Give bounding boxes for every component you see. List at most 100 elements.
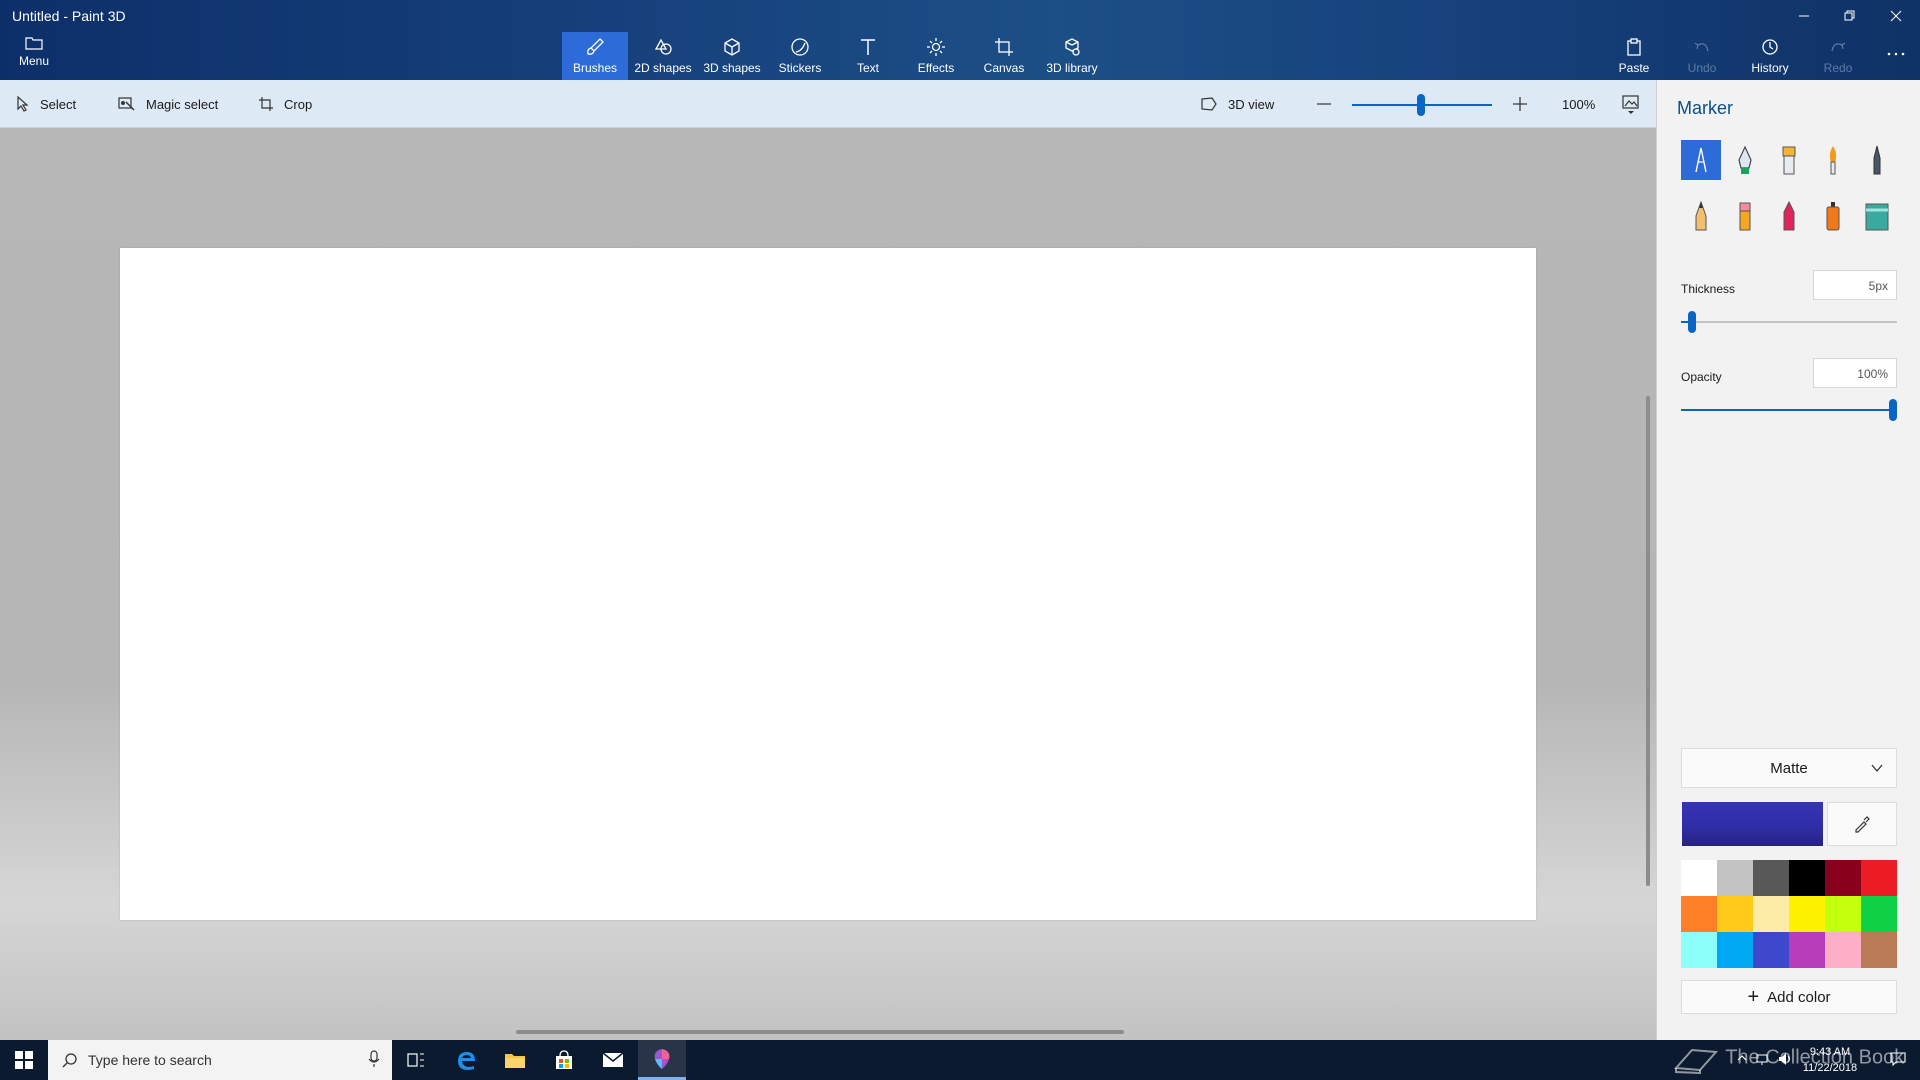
more-options-button[interactable] (1872, 32, 1920, 80)
crop-label: Crop (284, 96, 313, 112)
color-swatch-sky-blue[interactable] (1717, 932, 1753, 968)
select-tool[interactable]: Select (16, 92, 76, 116)
spray-can-brush[interactable] (1813, 196, 1853, 236)
tab-3d-shapes[interactable]: 3D shapes (699, 32, 765, 80)
image-options-button[interactable] (1622, 92, 1650, 116)
undo-button[interactable]: Undo (1669, 32, 1735, 80)
minimize-button[interactable] (1786, 4, 1822, 28)
opacity-slider-fill[interactable] (1681, 409, 1897, 411)
color-swatch-white[interactable] (1681, 860, 1717, 896)
tab-stickers[interactable]: Stickers (767, 32, 833, 80)
mail-taskbar-button[interactable] (589, 1040, 637, 1080)
thickness-value[interactable]: 5px (1813, 270, 1897, 300)
thickness-label: Thickness (1681, 282, 1736, 296)
color-swatch-light-gray[interactable] (1717, 860, 1753, 896)
magic-select-icon (118, 97, 135, 111)
tab-2d-shapes[interactable]: 2D shapes (630, 32, 696, 80)
crop-tool[interactable]: Crop (258, 92, 312, 116)
3d-library-icon (1065, 38, 1080, 56)
color-swatch-dark-gray[interactable] (1753, 860, 1789, 896)
cursor-icon (17, 96, 29, 112)
color-swatch-brown[interactable] (1861, 932, 1897, 968)
store-icon (556, 1050, 572, 1069)
menu-label: Menu (18, 54, 50, 68)
color-swatch-red[interactable] (1861, 860, 1897, 896)
color-swatch-cream[interactable] (1753, 896, 1789, 932)
eraser-icon (1739, 202, 1751, 231)
current-color-swatch[interactable] (1682, 802, 1823, 846)
stickers-icon (791, 38, 809, 56)
marker-brush[interactable] (1681, 140, 1721, 180)
search-placeholder: Type here to search (88, 1052, 212, 1068)
tab-brushes[interactable]: Brushes (562, 32, 628, 80)
crayon-icon (1783, 200, 1795, 231)
vertical-scrollbar[interactable] (1646, 396, 1650, 886)
color-swatch-maroon[interactable] (1825, 860, 1861, 896)
add-color-button[interactable]: + Add color (1681, 980, 1897, 1014)
minimize-icon (1799, 15, 1809, 17)
edge-taskbar-button[interactable] (442, 1040, 490, 1080)
brush-panel: Marker Thickness 5px Opacity 100% Matte (1656, 80, 1920, 1040)
eraser-brush[interactable] (1725, 196, 1765, 236)
file-explorer-taskbar-button[interactable] (491, 1040, 539, 1080)
pixel-pen-brush[interactable] (1857, 140, 1897, 180)
color-swatch-light-cyan[interactable] (1681, 932, 1717, 968)
start-button[interactable] (0, 1040, 48, 1080)
close-button[interactable] (1878, 4, 1914, 28)
calligraphy-pen-brush[interactable] (1725, 140, 1765, 180)
fill-bucket-brush[interactable] (1857, 196, 1897, 236)
tab-3d-library[interactable]: 3D library (1039, 32, 1105, 80)
zoom-out-button[interactable] (1316, 92, 1342, 116)
history-button[interactable]: History (1737, 32, 1803, 80)
finish-value: Matte (1770, 759, 1808, 777)
finish-dropdown[interactable]: Matte (1681, 748, 1897, 788)
color-swatch-purple[interactable] (1789, 932, 1825, 968)
drawing-canvas[interactable] (120, 248, 1536, 920)
crayon-brush[interactable] (1769, 196, 1809, 236)
tab-canvas[interactable]: Canvas (971, 32, 1037, 80)
folder-icon (25, 37, 43, 50)
thickness-slider-track[interactable] (1681, 321, 1897, 323)
windows-icon (15, 1051, 33, 1069)
crop-icon (259, 97, 273, 111)
zoom-slider-thumb[interactable] (1417, 94, 1425, 116)
3d-view-toggle[interactable]: 3D view (1200, 92, 1274, 116)
pencil-brush[interactable] (1681, 196, 1721, 236)
workspace (0, 128, 1656, 1040)
pencil-icon (1695, 200, 1707, 231)
eyedropper-button[interactable] (1827, 802, 1897, 846)
color-swatch-green[interactable] (1861, 896, 1897, 932)
color-swatch-indigo[interactable] (1753, 932, 1789, 968)
paste-button[interactable]: Paste (1601, 32, 1667, 80)
color-swatch-black[interactable] (1789, 860, 1825, 896)
panel-title: Marker (1677, 98, 1734, 118)
tab-text[interactable]: Text (835, 32, 901, 80)
paint3d-taskbar-button[interactable] (638, 1040, 686, 1080)
plus-icon (1513, 97, 1527, 111)
tab-effects[interactable]: Effects (903, 32, 969, 80)
magic-select-tool[interactable]: Magic select (118, 92, 218, 116)
redo-button[interactable]: Redo (1805, 32, 1871, 80)
edge-icon (458, 1052, 475, 1070)
color-swatch-lime[interactable] (1825, 896, 1861, 932)
color-swatch-orange[interactable] (1681, 896, 1717, 932)
menu-button[interactable]: Menu (14, 36, 54, 76)
thickness-slider-thumb[interactable] (1688, 311, 1696, 333)
color-swatch-pink[interactable] (1825, 932, 1861, 968)
restore-button[interactable] (1832, 4, 1868, 28)
horizontal-scrollbar[interactable] (516, 1030, 1124, 1034)
2d-shapes-icon (654, 38, 672, 55)
opacity-value[interactable]: 100% (1813, 358, 1897, 388)
color-swatch-gold[interactable] (1717, 896, 1753, 932)
watercolor-brush[interactable] (1813, 140, 1853, 180)
taskbar: Type here to search 9:43 AM 11/22/2018 (0, 1040, 1920, 1080)
zoom-in-button[interactable] (1512, 92, 1538, 116)
tab-text-label: Text (856, 61, 879, 75)
color-swatch-yellow[interactable] (1789, 896, 1825, 932)
store-taskbar-button[interactable] (540, 1040, 588, 1080)
taskbar-search[interactable]: Type here to search (48, 1040, 392, 1080)
opacity-slider-thumb[interactable] (1889, 399, 1897, 421)
oil-brush[interactable] (1769, 140, 1809, 180)
task-view-button[interactable] (392, 1040, 440, 1080)
folder-icon (505, 1054, 525, 1068)
